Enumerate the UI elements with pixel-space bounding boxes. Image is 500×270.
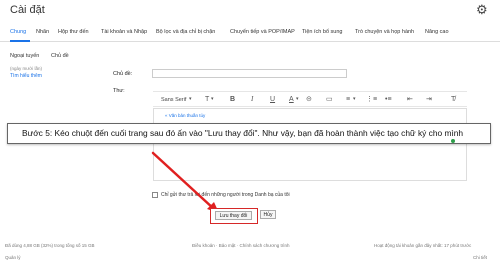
footer-links[interactable]: Điều khoản · Bảo mật · Chính sách chương… [192, 243, 290, 248]
cancel-button[interactable]: Hủy [260, 210, 276, 219]
save-changes-button[interactable]: Lưu thay đổi [215, 211, 252, 220]
manage-storage-link[interactable]: Quản lý [5, 255, 21, 260]
save-highlight: Lưu thay đổi [210, 208, 258, 224]
account-activity: Hoạt động tài khoản gần đây nhất: 17 phú… [374, 243, 472, 248]
details-link[interactable]: Chi tiết [473, 255, 487, 260]
storage-usage: Đã dùng 4,88 GB (32%) trong tổng số 15 G… [5, 243, 95, 248]
red-arrow-icon [151, 151, 219, 213]
